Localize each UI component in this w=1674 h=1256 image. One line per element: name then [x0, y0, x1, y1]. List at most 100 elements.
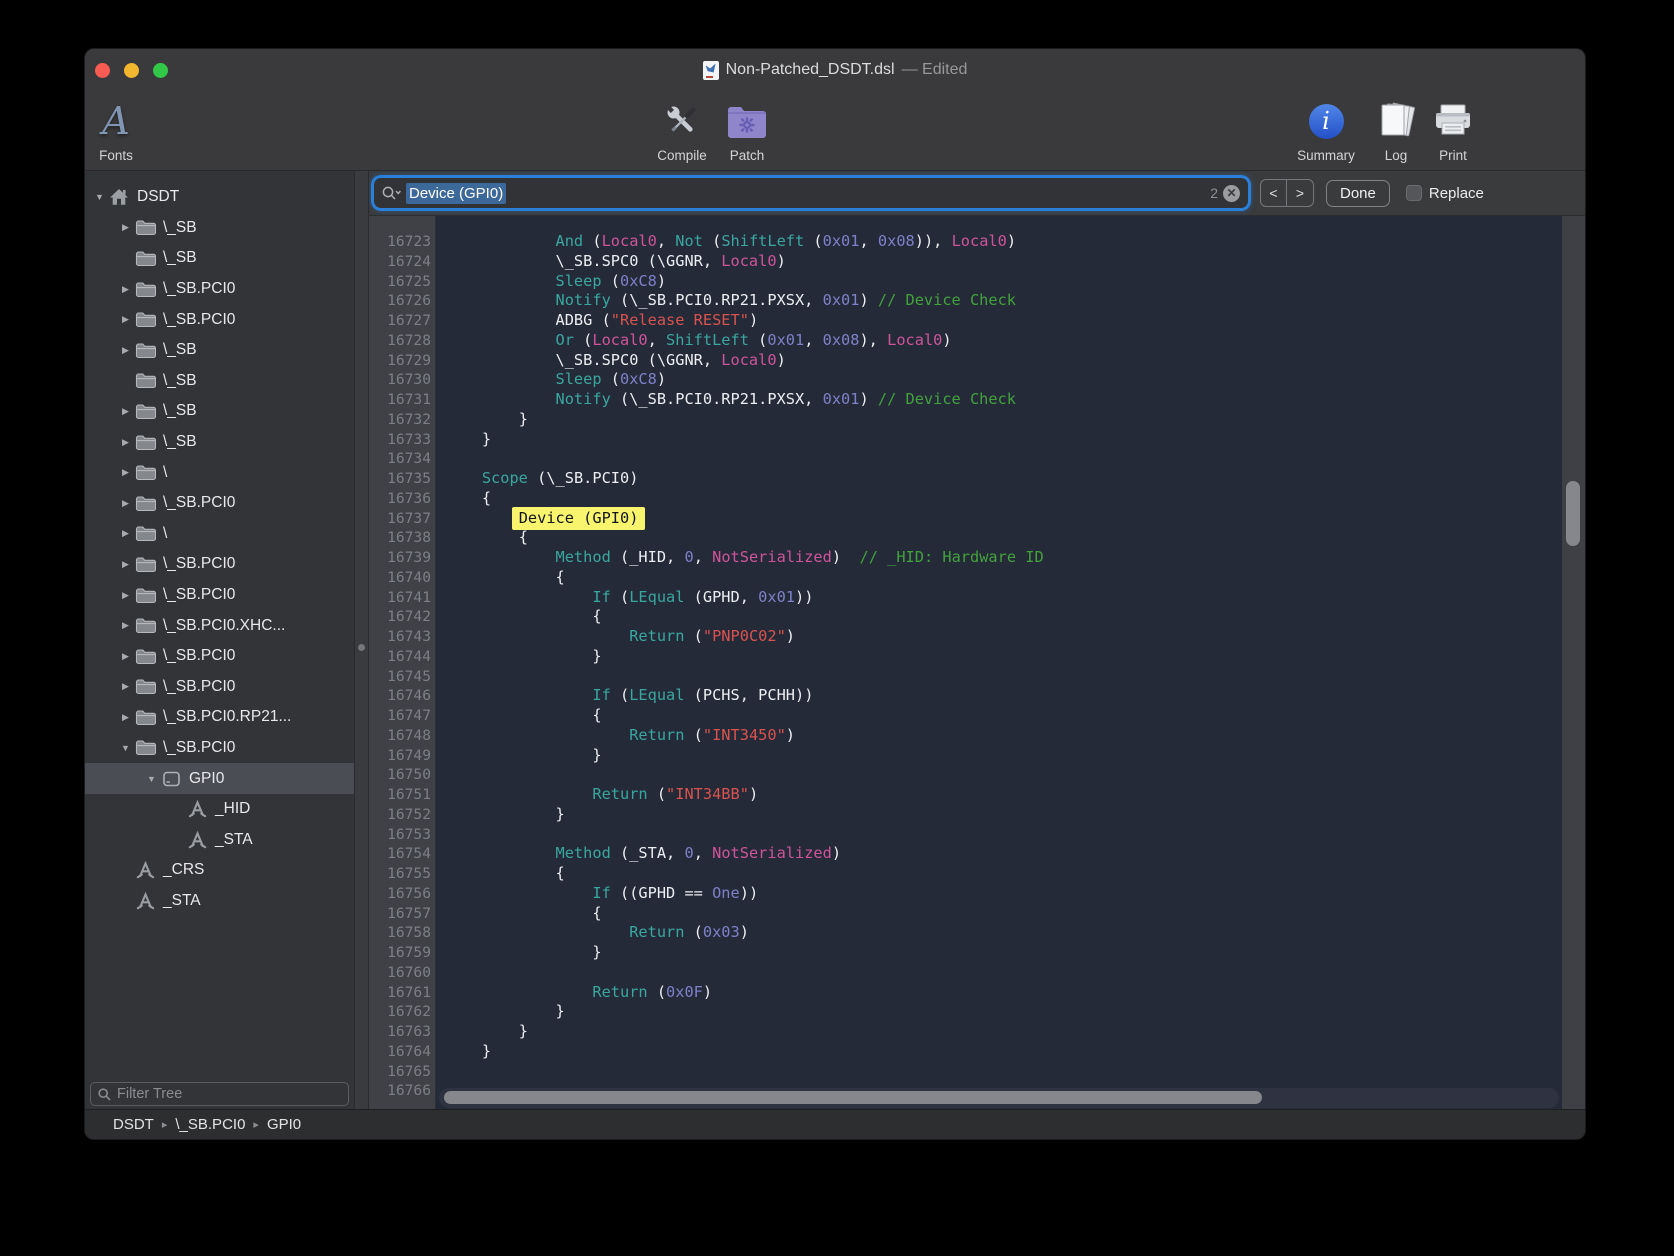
code-line-16754[interactable]: Method (_STA, 0, NotSerialized): [445, 844, 1562, 864]
code-line-16765[interactable]: [445, 1062, 1562, 1082]
tree-item-[interactable]: ▶\: [85, 457, 354, 488]
code-line-16757[interactable]: {: [445, 904, 1562, 924]
code-line-16764[interactable]: }: [445, 1042, 1562, 1062]
code-line-16760[interactable]: [445, 963, 1562, 983]
breadcrumb-item-dsdt[interactable]: DSDT: [113, 1116, 154, 1133]
code-line-16755[interactable]: {: [445, 864, 1562, 884]
disclosure-triangle-icon[interactable]: ▶: [117, 498, 134, 509]
code-line-16743[interactable]: Return ("PNP0C02"): [445, 627, 1562, 647]
code-line-16739[interactable]: Method (_HID, 0, NotSerialized) // _HID:…: [445, 548, 1562, 568]
print-button[interactable]: Print: [1408, 97, 1498, 163]
done-button[interactable]: Done: [1326, 180, 1390, 207]
tree-item-sbpci0[interactable]: ▶\_SB.PCI0: [85, 549, 354, 580]
code-line-16746[interactable]: If (LEqual (PCHS, PCHH)): [445, 686, 1562, 706]
code-line-16726[interactable]: Notify (\_SB.PCI0.RP21.PXSX, 0x01) // De…: [445, 291, 1562, 311]
disclosure-triangle-icon[interactable]: ▶: [117, 222, 134, 233]
code-line-16759[interactable]: }: [445, 943, 1562, 963]
tree-item-crs[interactable]: _CRS: [85, 855, 354, 886]
breadcrumb-item-gpi0[interactable]: GPI0: [267, 1116, 301, 1133]
previous-match-button[interactable]: <: [1261, 180, 1287, 206]
code-line-16753[interactable]: [445, 825, 1562, 845]
code-line-16762[interactable]: }: [445, 1002, 1562, 1022]
code-line-16763[interactable]: }: [445, 1022, 1562, 1042]
code-line-16725[interactable]: Sleep (0xC8): [445, 272, 1562, 292]
code-lines[interactable]: And (Local0, Not (ShiftLeft (0x01, 0x08)…: [436, 216, 1562, 1109]
code-line-16735[interactable]: Scope (\_SB.PCI0): [445, 469, 1562, 489]
code-line-16761[interactable]: Return (0x0F): [445, 983, 1562, 1003]
disclosure-triangle-icon[interactable]: ▶: [117, 590, 134, 601]
code-line-16738[interactable]: {: [445, 528, 1562, 548]
code-line-16744[interactable]: }: [445, 647, 1562, 667]
tree-item-sb[interactable]: \_SB: [85, 366, 354, 397]
disclosure-triangle-icon[interactable]: ▶: [117, 712, 134, 723]
code-line-16740[interactable]: {: [445, 568, 1562, 588]
disclosure-triangle-icon[interactable]: ▶: [117, 437, 134, 448]
disclosure-triangle-icon[interactable]: ▶: [117, 528, 134, 539]
fonts-button[interactable]: A Fonts: [84, 97, 161, 163]
code-line-16729[interactable]: \_SB.SPC0 (\GGNR, Local0): [445, 351, 1562, 371]
code-line-16749[interactable]: }: [445, 746, 1562, 766]
code-line-16742[interactable]: {: [445, 607, 1562, 627]
tree-item-sbpci0rp21[interactable]: ▶\_SB.PCI0.RP21...: [85, 702, 354, 733]
clear-search-button[interactable]: ✕: [1223, 185, 1240, 202]
code-line-16756[interactable]: If ((GPHD == One)): [445, 884, 1562, 904]
code-line-16737[interactable]: Device (GPI0): [445, 509, 1562, 529]
code-line-16724[interactable]: \_SB.SPC0 (\GGNR, Local0): [445, 252, 1562, 272]
disclosure-triangle-icon[interactable]: ▶: [117, 559, 134, 570]
code-line-16747[interactable]: {: [445, 706, 1562, 726]
tree-item-sbpci0[interactable]: ▶\_SB.PCI0: [85, 274, 354, 305]
next-match-button[interactable]: >: [1287, 180, 1313, 206]
tree-item-sta[interactable]: _STA: [85, 824, 354, 855]
tree-item-sbpci0[interactable]: ▼\_SB.PCI0: [85, 733, 354, 764]
tree-item-hid[interactable]: _HID: [85, 794, 354, 825]
tree-item-sb[interactable]: \_SB: [85, 243, 354, 274]
breadcrumb-item-sbpci0[interactable]: \_SB.PCI0: [175, 1116, 245, 1133]
code-line-16741[interactable]: If (LEqual (GPHD, 0x01)): [445, 588, 1562, 608]
disclosure-triangle-icon[interactable]: ▶: [117, 406, 134, 417]
code-line-16730[interactable]: Sleep (0xC8): [445, 370, 1562, 390]
search-input[interactable]: Device (GPI0) 2 ✕: [374, 178, 1248, 208]
tree-item-sb[interactable]: ▶\_SB: [85, 213, 354, 244]
tree-item-sb[interactable]: ▶\_SB: [85, 396, 354, 427]
disclosure-triangle-icon[interactable]: ▶: [117, 467, 134, 478]
code-line-16731[interactable]: Notify (\_SB.PCI0.RP21.PXSX, 0x01) // De…: [445, 390, 1562, 410]
horizontal-scrollbar-thumb[interactable]: [444, 1091, 1262, 1104]
tree-item-sbpci0xhc[interactable]: ▶\_SB.PCI0.XHC...: [85, 610, 354, 641]
search-menu-icon[interactable]: [382, 186, 401, 201]
vertical-scrollbar[interactable]: [1562, 216, 1585, 1109]
disclosure-triangle-icon[interactable]: ▼: [91, 192, 108, 202]
tree-item-sb[interactable]: ▶\_SB: [85, 427, 354, 458]
disclosure-triangle-icon[interactable]: ▶: [117, 345, 134, 356]
disclosure-triangle-icon[interactable]: ▶: [117, 620, 134, 631]
code-line-16748[interactable]: Return ("INT3450"): [445, 726, 1562, 746]
filter-tree-input[interactable]: Filter Tree: [90, 1082, 349, 1106]
code-line-16732[interactable]: }: [445, 410, 1562, 430]
code-line-16727[interactable]: ADBG ("Release RESET"): [445, 311, 1562, 331]
vertical-scrollbar-thumb[interactable]: [1566, 481, 1580, 546]
tree-item-sbpci0[interactable]: ▶\_SB.PCI0: [85, 672, 354, 703]
code-line-16750[interactable]: [445, 765, 1562, 785]
code-line-16723[interactable]: And (Local0, Not (ShiftLeft (0x01, 0x08)…: [445, 232, 1562, 252]
code-line-16728[interactable]: Or (Local0, ShiftLeft (0x01, 0x08), Loca…: [445, 331, 1562, 351]
tree-item-dsdt[interactable]: ▼DSDT: [85, 182, 354, 213]
code-line-16745[interactable]: [445, 667, 1562, 687]
pane-splitter[interactable]: [354, 171, 369, 1109]
tree-item-sbpci0[interactable]: ▶\_SB.PCI0: [85, 488, 354, 519]
tree-item-sbpci0[interactable]: ▶\_SB.PCI0: [85, 580, 354, 611]
disclosure-triangle-icon[interactable]: ▶: [117, 681, 134, 692]
disclosure-triangle-icon[interactable]: ▶: [117, 314, 134, 325]
zoom-button[interactable]: [153, 63, 168, 78]
tree-item-sta[interactable]: _STA: [85, 886, 354, 917]
code-line-16758[interactable]: Return (0x03): [445, 923, 1562, 943]
code-editor[interactable]: 1672316724167251672616727167281672916730…: [369, 216, 1585, 1109]
minimize-button[interactable]: [124, 63, 139, 78]
tree-item-[interactable]: ▶\: [85, 519, 354, 550]
code-line-16751[interactable]: Return ("INT34BB"): [445, 785, 1562, 805]
tree-item-sb[interactable]: ▶\_SB: [85, 335, 354, 366]
disclosure-triangle-icon[interactable]: ▶: [117, 651, 134, 662]
tree-item-sbpci0[interactable]: ▶\_SB.PCI0: [85, 641, 354, 672]
disclosure-triangle-icon[interactable]: ▼: [117, 743, 134, 753]
tree-item-gpi0[interactable]: ▼GPI0: [85, 763, 354, 794]
code-line-16733[interactable]: }: [445, 430, 1562, 450]
code-line-16734[interactable]: [445, 449, 1562, 469]
